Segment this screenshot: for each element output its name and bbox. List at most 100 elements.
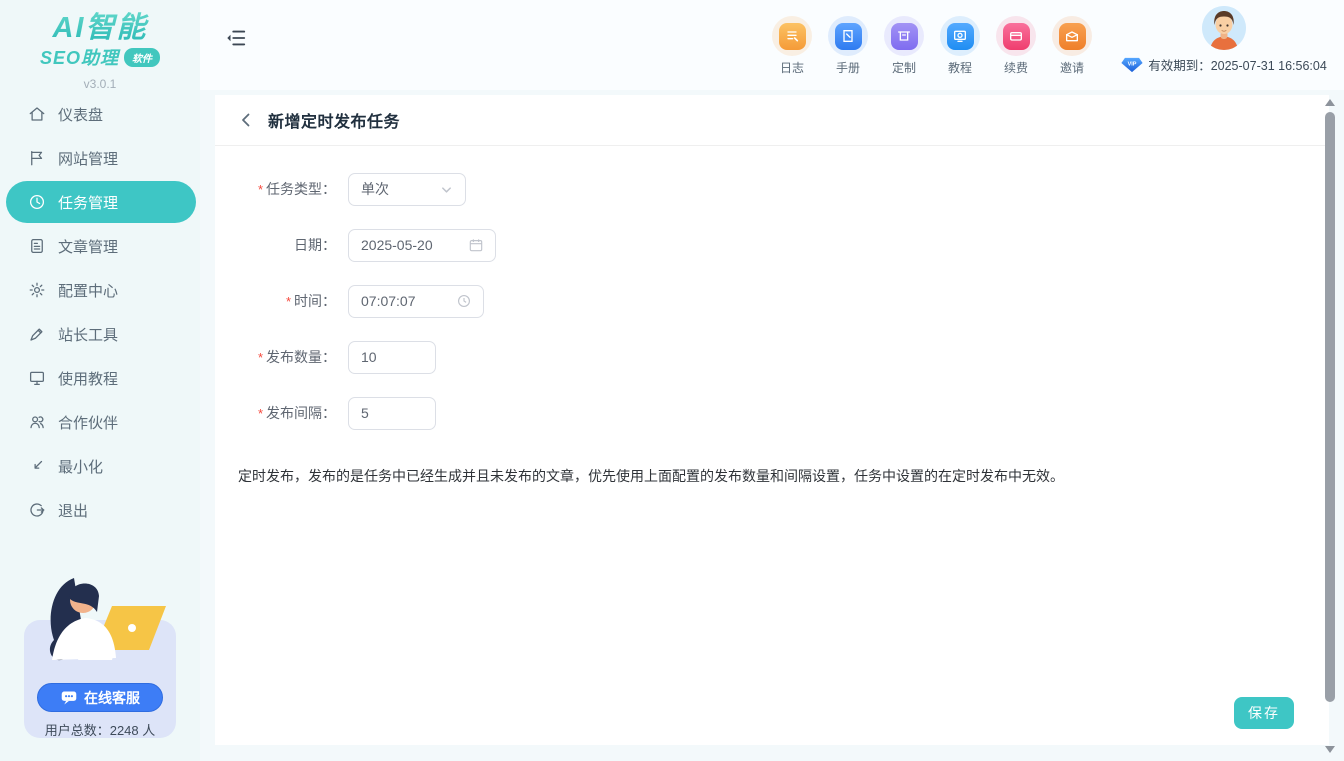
publish-interval-input[interactable] (361, 405, 423, 421)
required-mark: * (258, 182, 263, 197)
invite-icon (1064, 28, 1080, 44)
sidebar-item-label: 合作伙伴 (58, 412, 118, 433)
pen-tool-icon (28, 325, 46, 343)
sidebar-nav: 仪表盘 网站管理 任务管理 文章管理 配置中心 站长工具 使用教程 合作伙伴 (0, 92, 200, 532)
quick-links: 日志 手册 定制 教程 续费 (770, 16, 1094, 76)
sidebar-item-config[interactable]: 配置中心 (0, 268, 200, 312)
back-icon[interactable] (238, 112, 254, 128)
sidebar-item-dashboard[interactable]: 仪表盘 (0, 92, 200, 136)
time-picker (348, 285, 484, 318)
task-type-select[interactable]: 单次 (348, 173, 466, 206)
form-row-publish-interval: *发布间隔： (215, 396, 1329, 430)
form-row-task-type: *任务类型： 单次 (215, 172, 1329, 206)
sidebar-item-label: 配置中心 (58, 280, 118, 301)
required-mark: * (258, 406, 263, 421)
minimize-icon (28, 457, 46, 475)
form-row-date: 日期： (215, 228, 1329, 262)
form-row-time: *时间： (215, 284, 1329, 318)
collapse-sidebar-icon[interactable] (225, 27, 247, 49)
logo-subtitle: SEO助理 (40, 44, 119, 70)
topbar: 日志 手册 定制 教程 续费 (200, 0, 1344, 90)
date-input[interactable] (361, 237, 469, 253)
form-note: 定时发布，发布的是任务中已经生成并且未发布的文章，优先使用上面配置的发布数量和间… (238, 466, 1329, 486)
page-title: 新增定时发布任务 (268, 108, 400, 132)
date-picker (348, 229, 496, 262)
sidebar-item-label: 站长工具 (58, 324, 118, 345)
publish-interval-field (348, 397, 436, 430)
time-input[interactable] (361, 293, 457, 309)
avatar[interactable] (1202, 6, 1246, 50)
logo-badge: 软件 (124, 48, 160, 67)
user-total-count: 用户总数：2248 人 (0, 720, 200, 739)
publish-count-field (348, 341, 436, 374)
log-icon (784, 28, 800, 44)
sidebar-item-websites[interactable]: 网站管理 (0, 136, 200, 180)
app-logo: AI智能 SEO助理 软件 v3.0.1 (0, 0, 200, 91)
people-icon (28, 413, 46, 431)
user-block: VIP 有效期到：2025-07-31 16:56:04 (1112, 6, 1336, 74)
content-panel: 新增定时发布任务 *任务类型： 单次 日期： *时间： (215, 95, 1329, 745)
field-label: *发布数量： (215, 347, 348, 367)
form-row-publish-count: *发布数量： (215, 340, 1329, 374)
scroll-down-arrow-icon[interactable] (1325, 746, 1335, 753)
sidebar-item-logout[interactable]: 退出 (0, 488, 200, 532)
save-button[interactable]: 保存 (1234, 697, 1294, 729)
field-label: 日期： (215, 235, 348, 255)
online-service-label: 在线客服 (84, 688, 140, 708)
field-label: *时间： (215, 291, 348, 311)
quick-link-custom[interactable]: 定制 (882, 16, 926, 76)
sidebar-item-tutorials[interactable]: 使用教程 (0, 356, 200, 400)
sidebar-item-webmaster-tools[interactable]: 站长工具 (0, 312, 200, 356)
customer-service-illustration (28, 574, 172, 690)
required-mark: * (286, 294, 291, 309)
logout-icon (28, 501, 46, 519)
online-service-button[interactable]: 在线客服 (37, 683, 163, 712)
flag-icon (28, 149, 46, 167)
manual-icon (840, 28, 856, 44)
sidebar-item-label: 退出 (58, 500, 88, 521)
vip-badge-icon: VIP (1121, 57, 1143, 73)
logo-title: AI智能 (0, 12, 200, 44)
sidebar-item-label: 仪表盘 (58, 104, 103, 125)
svg-text:VIP: VIP (1128, 61, 1137, 67)
page-header: 新增定时发布任务 (215, 95, 1329, 146)
renew-icon (1008, 28, 1024, 44)
field-label: *发布间隔： (215, 403, 348, 423)
sidebar-item-label: 网站管理 (58, 148, 118, 169)
sidebar-item-partners[interactable]: 合作伙伴 (0, 400, 200, 444)
scrollbar-thumb[interactable] (1325, 112, 1335, 702)
avatar-image (1202, 6, 1246, 50)
scroll-up-arrow-icon[interactable] (1325, 99, 1335, 106)
sidebar-item-label: 文章管理 (58, 236, 118, 257)
document-icon (28, 237, 46, 255)
sidebar-item-articles[interactable]: 文章管理 (0, 224, 200, 268)
quick-link-logs[interactable]: 日志 (770, 16, 814, 76)
sidebar-item-tasks[interactable]: 任务管理 (6, 181, 196, 223)
clock-small-icon[interactable] (457, 294, 471, 308)
chevron-down-icon (440, 183, 453, 196)
chat-bubble-icon (60, 690, 78, 706)
required-mark: * (258, 350, 263, 365)
app-version: v3.0.1 (0, 77, 200, 91)
monitor-icon (28, 369, 46, 387)
quick-link-manual[interactable]: 手册 (826, 16, 870, 76)
quick-link-tutorial[interactable]: 教程 (938, 16, 982, 76)
clock-icon (28, 193, 46, 211)
vertical-scrollbar (1324, 97, 1336, 755)
tutorial-icon (952, 28, 968, 44)
field-label: *任务类型： (215, 179, 348, 199)
vip-expiry-text: 有效期到：2025-07-31 16:56:04 (1148, 55, 1327, 74)
quick-link-renew[interactable]: 续费 (994, 16, 1038, 76)
custom-icon (896, 28, 912, 44)
gear-icon (28, 281, 46, 299)
task-type-value: 单次 (361, 179, 389, 199)
sidebar-item-label: 最小化 (58, 456, 103, 477)
sidebar-item-minimize[interactable]: 最小化 (0, 444, 200, 488)
calendar-icon[interactable] (469, 238, 483, 252)
sidebar-item-label: 任务管理 (58, 192, 118, 213)
schedule-form: *任务类型： 单次 日期： *时间： *发布数量： (215, 146, 1329, 486)
quick-link-invite[interactable]: 邀请 (1050, 16, 1094, 76)
sidebar-item-label: 使用教程 (58, 368, 118, 389)
publish-count-input[interactable] (361, 349, 423, 365)
sidebar: AI智能 SEO助理 软件 v3.0.1 仪表盘 网站管理 任务管理 文章管理 … (0, 0, 200, 761)
